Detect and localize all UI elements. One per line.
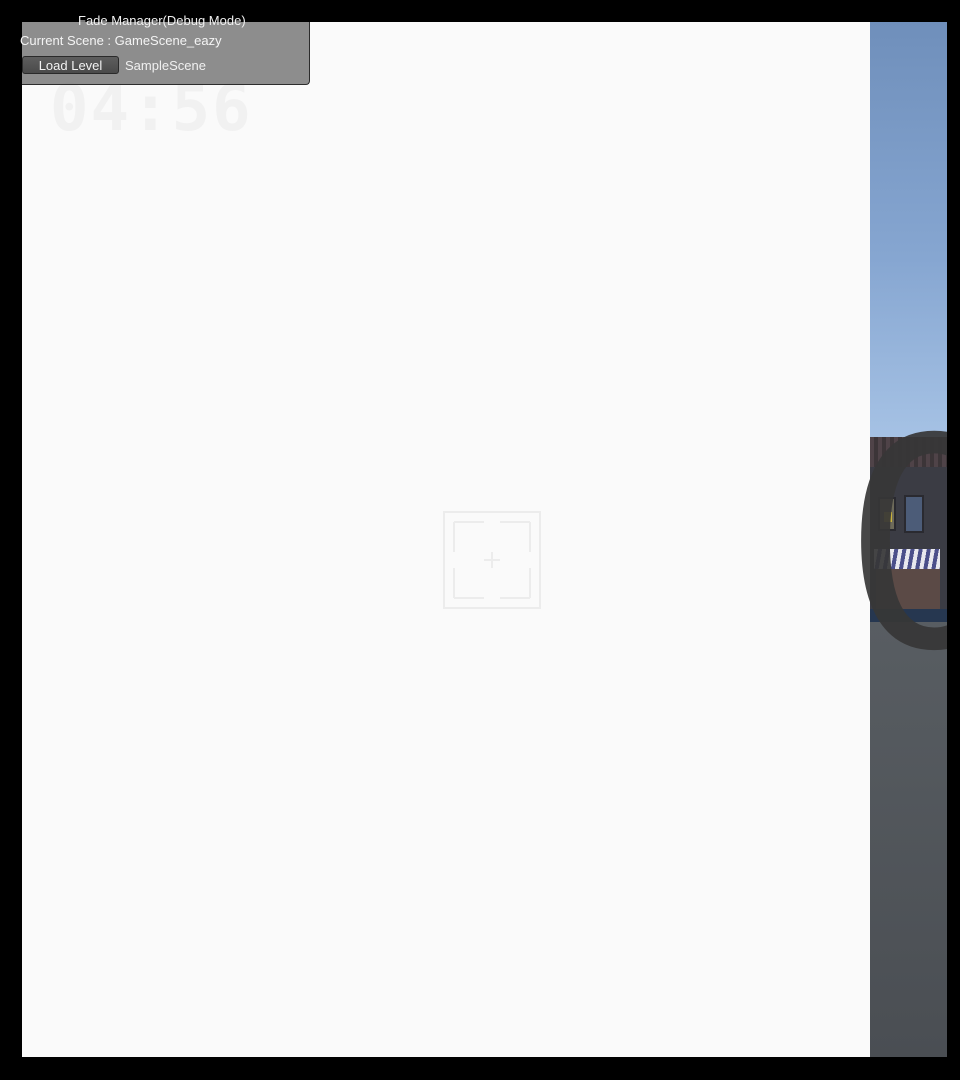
crosshair-icon [443, 511, 541, 609]
countdown-digit: 0 [842, 378, 947, 715]
game-viewport: 04:56 0 [22, 22, 947, 1057]
debug-panel-title: Fade Manager(Debug Mode) [78, 13, 246, 28]
current-scene-label: Current Scene : GameScene_eazy [20, 33, 222, 48]
scene-name-input[interactable]: SampleScene [125, 57, 206, 75]
game-window: 04:56 0 Fade Manager(Debug Mode) Current… [0, 0, 960, 1080]
load-level-button[interactable]: Load Level [22, 56, 119, 74]
